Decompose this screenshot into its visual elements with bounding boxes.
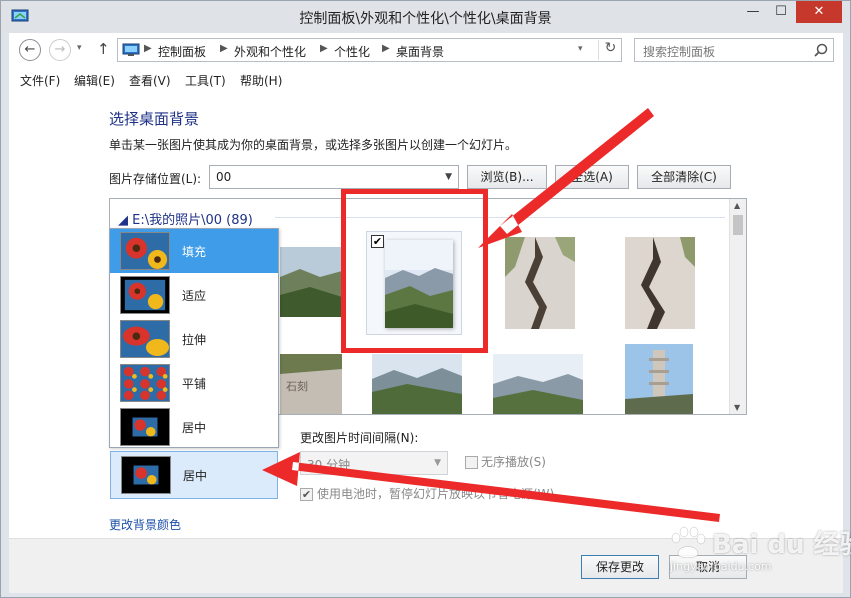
menu-help[interactable]: 帮助(H) [240,72,282,89]
gallery-scrollbar[interactable]: ▲ ▼ [729,199,746,414]
chevron-down-icon: ▼ [445,172,452,182]
position-label-fit: 适应 [182,289,207,303]
maximize-button[interactable]: ☐ [767,1,795,23]
breadcrumb-separator-icon: ▶ [320,43,328,54]
breadcrumb-personalization[interactable]: 个性化 [334,43,370,60]
recent-pages-chevron-icon[interactable]: ▾ [77,43,82,53]
address-history-chevron-icon[interactable]: ▾ [578,44,583,54]
shuffle-checkbox[interactable] [465,456,478,469]
position-option-stretch[interactable]: 拉伸 [110,317,278,361]
breadcrumb-separator-icon: ▶ [144,43,152,54]
menu-tools[interactable]: 工具(T) [185,72,226,89]
page-description: 单击某一张图片使其成为你的桌面背景，或选择多张图片以创建一个幻灯片。 [109,138,518,152]
browse-button[interactable]: 浏览(B)... [467,165,547,189]
watermark: Bai du 经验 jingyan.baidu.com [660,520,851,575]
menu-view[interactable]: 查看(V) [129,72,171,89]
menu-edit[interactable]: 编辑(E) [74,72,115,89]
minimize-button[interactable]: — [739,1,767,23]
thumbnail-mountain-3[interactable] [493,354,583,414]
interval-value: 30 分钟 [307,458,351,472]
address-bar[interactable]: ▶ 控制面板 ▶ 外观和个性化 ▶ 个性化 ▶ 桌面背景 ▾ ↻ [117,38,622,62]
change-background-color-link[interactable]: 更改背景颜色 [109,516,181,533]
picture-position-value: 居中 [183,469,208,483]
thumbnail-pagoda[interactable] [625,344,693,414]
breadcrumb-separator-icon: ▶ [220,43,228,54]
thumbnail-mountain-1[interactable] [280,247,342,317]
position-option-center[interactable]: 居中 [110,405,278,449]
flower-icon [120,364,170,402]
annotation-highlight-box [341,189,488,353]
back-button[interactable]: ← [19,39,41,61]
search-input[interactable]: 搜索控制面板 [634,38,834,62]
menu-file[interactable]: 文件(F) [20,72,60,89]
up-button[interactable]: ↑ [97,40,110,58]
refresh-icon[interactable]: ↻ [598,40,622,60]
window-title: 控制面板\外观和个性化\个性化\桌面背景 [299,11,552,27]
scroll-down-icon[interactable]: ▼ [734,403,740,412]
group-header[interactable]: ◢ E:\我的照片\00 (89) [118,209,253,228]
select-all-button[interactable]: 全选(A) [555,165,629,189]
thumbnail-rock-2[interactable] [625,237,695,329]
collapse-chevron-icon[interactable]: ◢ [118,213,132,228]
position-option-fill[interactable]: 填充 [110,229,278,273]
page-title: 选择桌面背景 [109,110,200,128]
battery-checkbox[interactable]: ✔ [300,488,313,501]
group-label: E:\我的照片\00 (89) [132,213,253,228]
search-placeholder: 搜索控制面板 [643,45,716,59]
position-label-center: 居中 [182,421,207,435]
position-option-tile[interactable]: 平铺 [110,361,278,405]
title-bar: 控制面板\外观和个性化\个性化\桌面背景 — ☐ ✕ [1,1,850,33]
location-label: 图片存储位置(L): [109,172,202,186]
menu-bar: 文件(F) 编辑(E) 查看(V) 工具(T) 帮助(H) [9,69,843,91]
svg-text:石刻: 石刻 [286,379,308,393]
breadcrumb-desktop-background[interactable]: 桌面背景 [396,43,444,60]
chevron-down-icon: ▼ [434,458,441,468]
close-button[interactable]: ✕ [796,1,842,23]
breadcrumb-control-panel[interactable]: 控制面板 [158,43,206,60]
watermark-url: jingyan.baidu.com [670,560,772,573]
flower-icon [120,232,170,270]
picture-position-menu: 填充 适应 拉伸 平铺 居中 [109,228,279,448]
flower-icon [120,320,170,358]
flower-icon [120,408,170,446]
paw-logo-icon [671,526,706,558]
interval-label: 更改图片时间间隔(N): [300,431,419,445]
position-label-tile: 平铺 [182,377,207,391]
shuffle-label: 无序播放(S) [481,455,546,469]
scroll-thumb[interactable] [733,215,743,235]
position-option-fit[interactable]: 适应 [110,273,278,317]
position-label-stretch: 拉伸 [182,333,207,347]
thumbnail-mountain-2[interactable] [372,354,462,414]
scroll-up-icon[interactable]: ▲ [734,201,740,210]
control-panel-icon [122,43,140,56]
navigation-bar: ← → ▾ ↑ ▶ 控制面板 ▶ 外观和个性化 ▶ 个性化 ▶ 桌面背景 ▾ ↻ [9,33,843,67]
interval-select[interactable]: 30 分钟 ▼ [300,451,448,475]
forward-button[interactable]: → [49,39,71,61]
breadcrumb-separator-icon: ▶ [382,43,390,54]
position-label-fill: 填充 [182,245,207,259]
location-value: 00 [216,170,232,184]
flower-icon [121,456,171,494]
location-select[interactable]: 00 ▼ [209,165,459,189]
flower-icon [120,276,170,314]
battery-label: 使用电池时，暂停幻灯片放映以节省电源(W) [317,487,555,501]
breadcrumb-appearance[interactable]: 外观和个性化 [234,43,306,60]
clear-all-button[interactable]: 全部清除(C) [637,165,731,189]
picture-position-select[interactable]: 居中 [110,451,278,499]
thumbnail-rock-1[interactable] [505,237,575,329]
thumbnail-carving[interactable]: 石刻 [280,354,342,414]
save-changes-button[interactable]: 保存更改 [581,555,659,579]
watermark-brand: Bai du 经验 [712,530,851,560]
search-icon[interactable] [813,42,829,58]
